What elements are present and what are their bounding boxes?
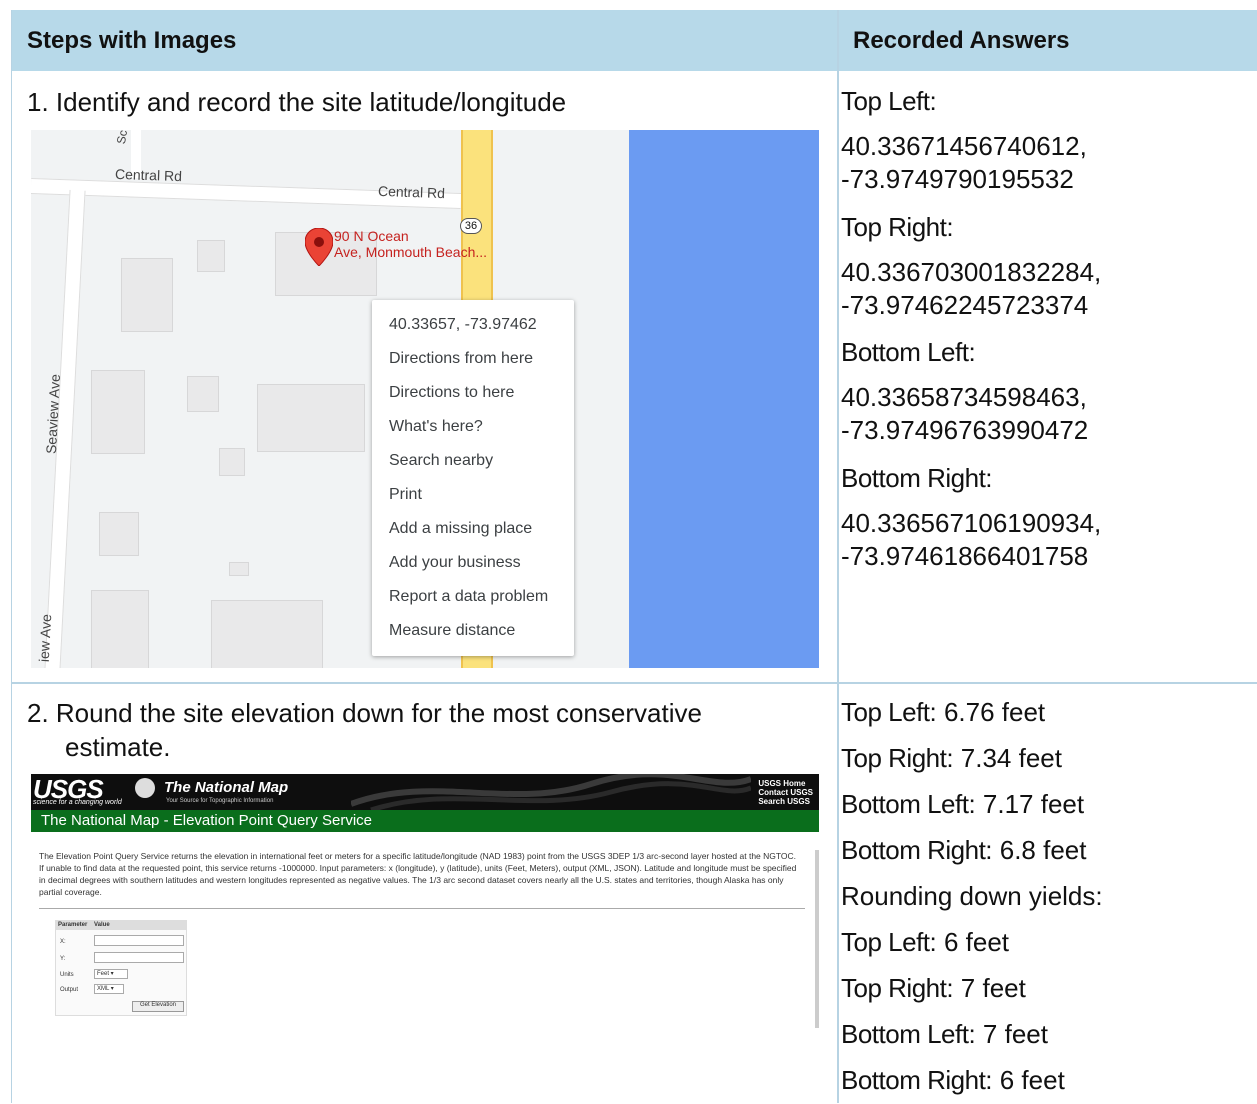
- building: [197, 240, 225, 272]
- answer-bottom-left: Bottom Left: 40.33658734598463, -73.9749…: [841, 337, 1089, 445]
- building: [91, 370, 145, 454]
- link-contact-usgs[interactable]: Contact USGS: [758, 788, 813, 797]
- menu-coordinates[interactable]: 40.33657, -73.97462: [389, 316, 537, 334]
- menu-add-business[interactable]: Add your business: [389, 554, 521, 572]
- banner-wave-graphic: [351, 774, 751, 810]
- units-select[interactable]: Feet ▾: [94, 969, 128, 979]
- building: [99, 512, 139, 556]
- form-col-value: Value: [94, 922, 110, 928]
- rounding-label: Rounding down yields:: [841, 881, 1103, 911]
- header-answers: Recorded Answers: [853, 27, 1070, 54]
- menu-whats-here[interactable]: What's here?: [389, 418, 483, 436]
- scrollbar[interactable]: [815, 850, 819, 1028]
- context-menu: 40.33657, -73.97462 Directions from here…: [372, 300, 574, 656]
- building: [187, 376, 219, 412]
- usgs-banner: USGS science for a changing world The Na…: [31, 774, 819, 810]
- link-search-usgs[interactable]: Search USGS: [758, 797, 813, 806]
- menu-measure-distance[interactable]: Measure distance: [389, 622, 515, 640]
- menu-directions-to[interactable]: Directions to here: [389, 384, 514, 402]
- building: [91, 590, 149, 668]
- step1-text: 1. Identify and record the site latitude…: [27, 87, 567, 117]
- form-units-label: Units: [60, 972, 74, 978]
- query-form: Parameter Value X: Y: Units Feet ▾ Outpu…: [55, 920, 187, 1016]
- usgs-screenshot: USGS science for a changing world The Na…: [31, 774, 819, 1103]
- step2-text: 2. Round the site elevation down for the…: [27, 698, 702, 762]
- building: [257, 384, 365, 452]
- output-select[interactable]: XML ▾: [94, 984, 124, 994]
- national-map-seal-icon: [135, 778, 155, 798]
- y-input[interactable]: [94, 952, 184, 963]
- form-x-label: X:: [60, 939, 66, 945]
- service-title: The National Map - Elevation Point Query…: [41, 812, 372, 829]
- answer-bottom-right: Bottom Right: 40.336567106190934, -73.97…: [841, 463, 1102, 571]
- national-map-subtitle: Your Source for Topographic Information: [166, 798, 274, 804]
- building: [229, 562, 249, 576]
- street-label-view-ave: iew Ave: [35, 613, 55, 663]
- building: [211, 600, 323, 668]
- separator: [39, 908, 805, 909]
- table-header: Steps with Images Recorded Answers: [12, 10, 1257, 71]
- get-elevation-button[interactable]: Get Elevation: [132, 1001, 184, 1012]
- column-divider: [837, 10, 839, 1103]
- menu-report-problem[interactable]: Report a data problem: [389, 588, 548, 606]
- usgs-tagline: science for a changing world: [33, 799, 122, 806]
- answer-top-left: Top Left: 40.33671456740612, -73.9749790…: [841, 86, 1087, 194]
- map-pin-icon[interactable]: [304, 227, 334, 271]
- street-label-sc: Sc: [113, 130, 131, 146]
- menu-print[interactable]: Print: [389, 486, 422, 504]
- answer-top-right: Top Right: 40.336703001832284, -73.97462…: [841, 212, 1102, 320]
- building: [121, 258, 173, 332]
- x-input[interactable]: [94, 935, 184, 946]
- map-screenshot: Central Rd Central Rd Seaview Ave iew Av…: [31, 130, 819, 668]
- form-output-label: Output: [60, 987, 79, 993]
- national-map-title: The National Map: [164, 779, 289, 796]
- building: [219, 448, 245, 476]
- ocean: [629, 130, 819, 668]
- menu-search-nearby[interactable]: Search nearby: [389, 452, 493, 470]
- service-title-bar: The National Map - Elevation Point Query…: [31, 810, 819, 832]
- form-col-param: Parameter: [58, 922, 88, 928]
- form-y-label: Y:: [60, 956, 66, 962]
- street-label-central-rd-2: Central Rd: [377, 182, 446, 202]
- row-divider: [12, 682, 1257, 684]
- usgs-links: USGS Home Contact USGS Search USGS: [758, 779, 813, 806]
- place-label[interactable]: 90 N Ocean Ave, Monmouth Beach...: [334, 228, 487, 260]
- menu-directions-from[interactable]: Directions from here: [389, 350, 533, 368]
- service-description: The Elevation Point Query Service return…: [39, 851, 797, 897]
- link-usgs-home[interactable]: USGS Home: [758, 779, 813, 788]
- elevation-answers: Top Left: 6.76 feet Top Right: 7.34 feet…: [841, 697, 1103, 1095]
- header-steps: Steps with Images: [27, 27, 237, 54]
- menu-add-missing-place[interactable]: Add a missing place: [389, 520, 532, 538]
- street-label-central-rd: Central Rd: [114, 165, 183, 185]
